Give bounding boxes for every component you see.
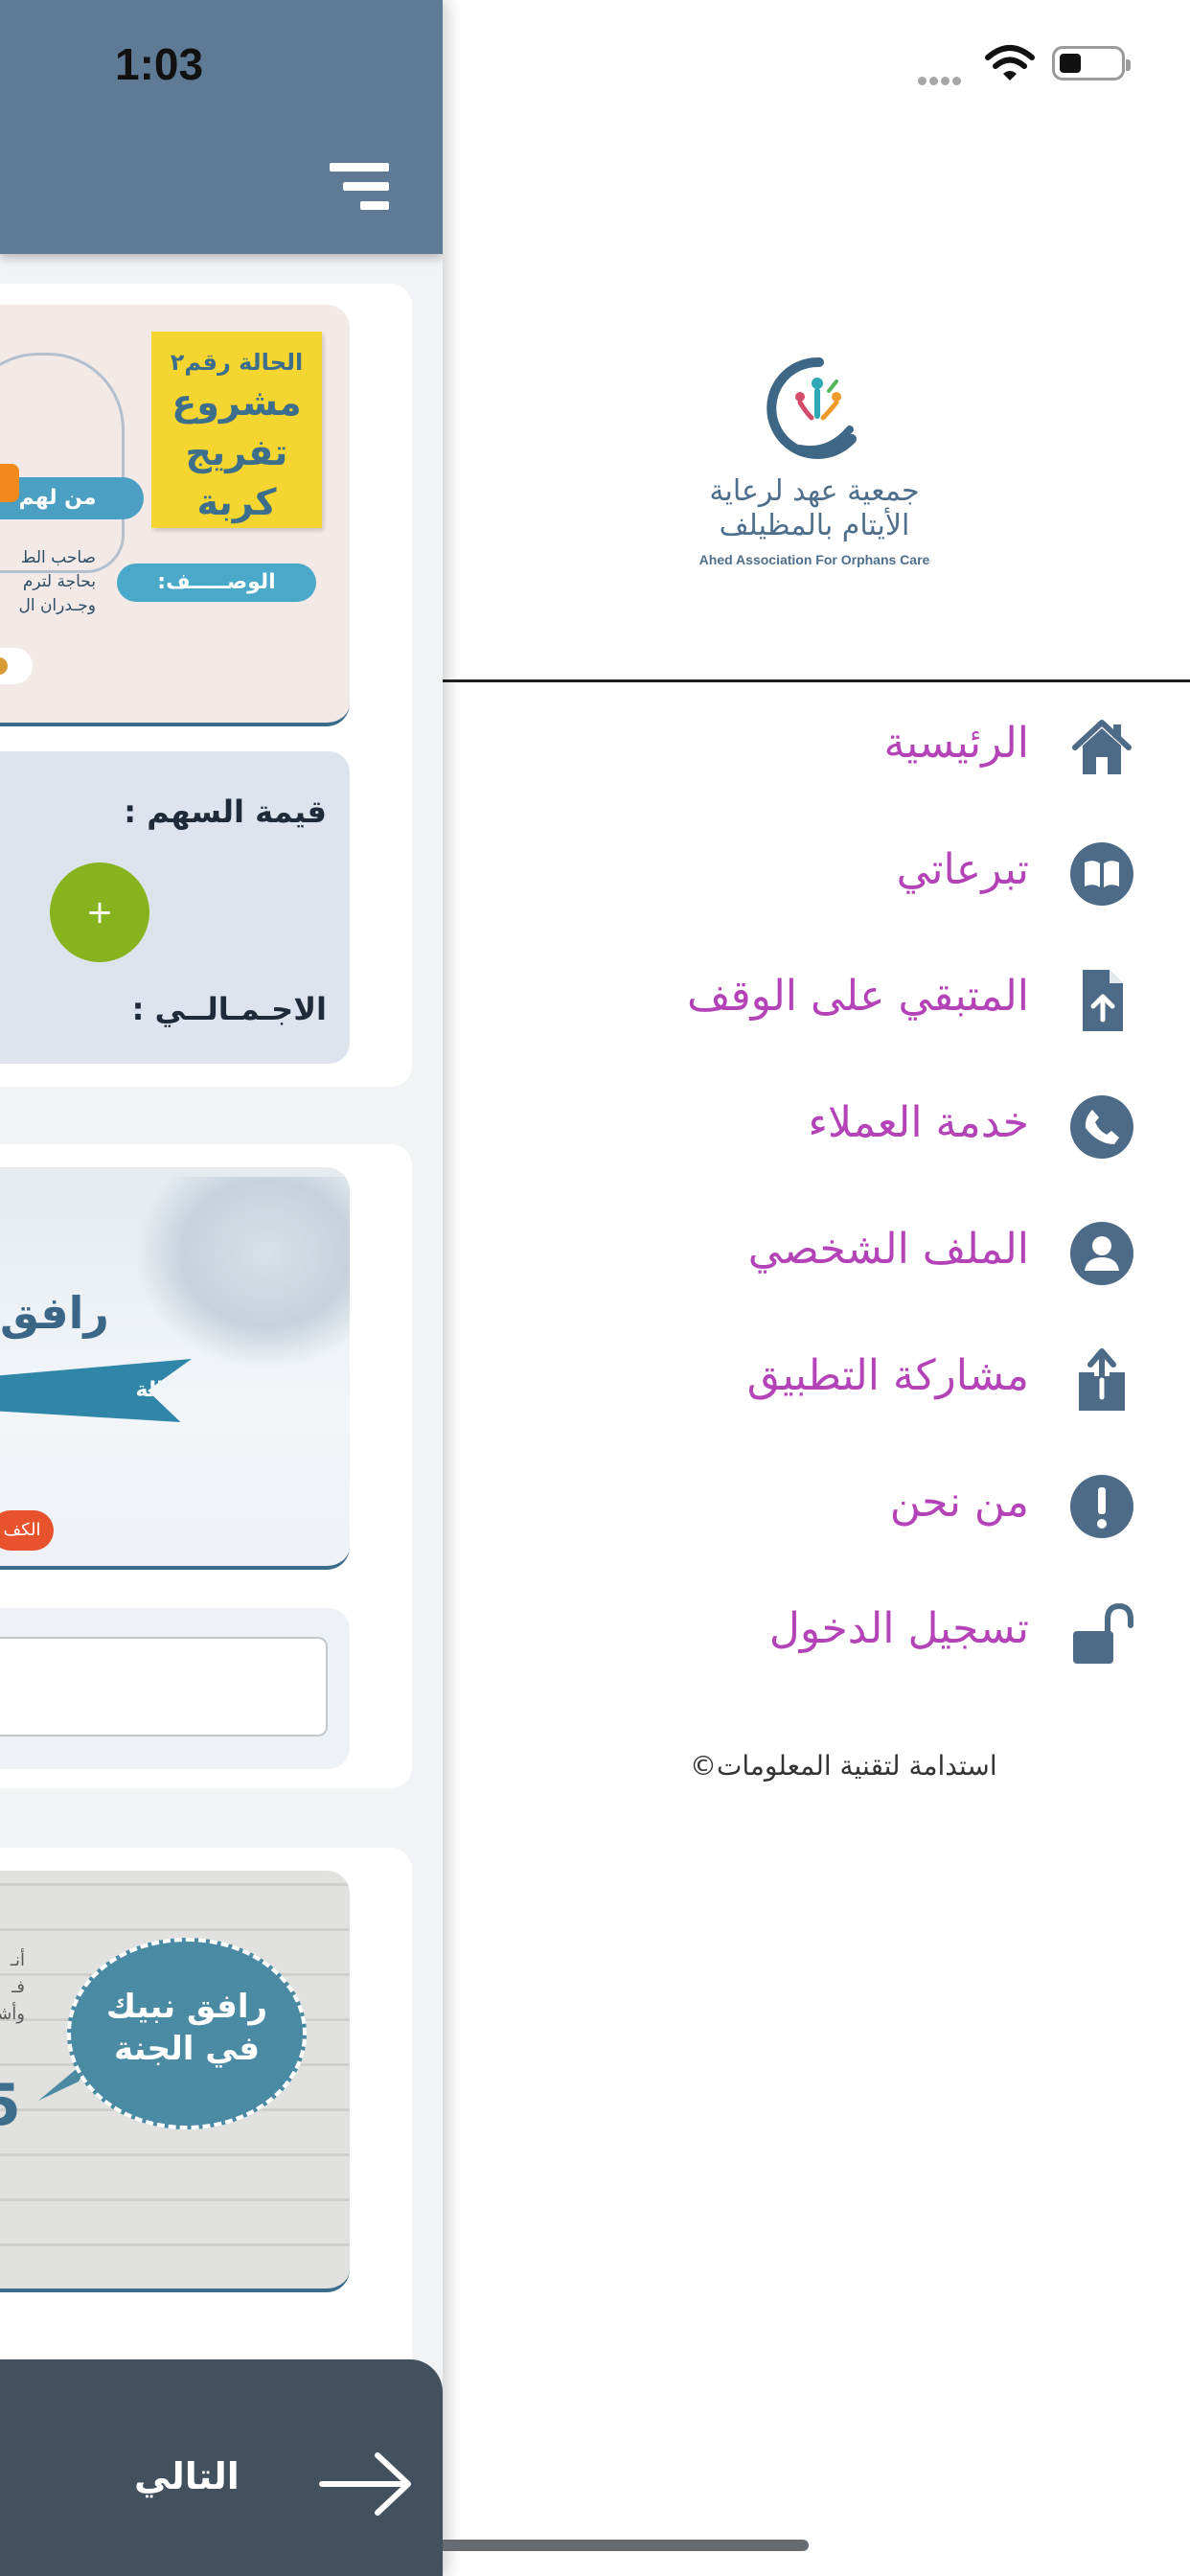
menu-item-label: تسجيل الدخول bbox=[768, 1604, 1029, 1653]
bubble-line-1: رافق نبيك bbox=[105, 1988, 268, 2026]
status-time: 1:03 bbox=[115, 39, 204, 89]
info-icon bbox=[1070, 1475, 1133, 1538]
home-indicator[interactable] bbox=[383, 2540, 809, 2551]
logo-name-english: Ahed Association For Orphans Care bbox=[698, 552, 930, 567]
menu-icon-bar-top bbox=[330, 163, 389, 172]
menu-toggle-button[interactable] bbox=[322, 163, 389, 213]
total-label: الاجـمـالــي : bbox=[131, 991, 327, 1027]
share-value-label: قيمة السهم : bbox=[124, 794, 327, 830]
share-icon bbox=[1079, 1348, 1125, 1411]
banner3-side-text: أنـ فـ وأشـ bbox=[0, 1947, 25, 2028]
paradise-banner-image[interactable]: أنـ فـ وأشـ 5 رافق نبيك في الجنة bbox=[0, 1871, 350, 2292]
logo-emblem-icon bbox=[767, 356, 857, 459]
menu-item-login[interactable]: تسجيل الدخول bbox=[443, 1585, 1190, 1681]
banner2-title: رافق bbox=[0, 1287, 109, 1339]
side-line-1: أنـ bbox=[10, 1950, 25, 1970]
unlock-icon bbox=[1073, 1602, 1133, 1664]
banner2-tag: الكف bbox=[0, 1510, 54, 1551]
arrow-right-icon[interactable] bbox=[318, 2448, 414, 2520]
home-icon bbox=[1072, 720, 1132, 774]
who-for-pill: من لهم bbox=[0, 464, 144, 519]
bottom-bar: التالي bbox=[0, 2359, 443, 2576]
amount-input-container bbox=[0, 1608, 350, 1769]
app-header: 1:03 bbox=[0, 0, 443, 254]
status-icons bbox=[910, 42, 1140, 86]
speech-bubble: رافق نبيك في الجنة bbox=[67, 1938, 307, 2129]
hands-photo bbox=[134, 1177, 350, 1368]
badge-dot-icon bbox=[0, 657, 8, 675]
menu-item-remaining-endowment[interactable]: المتبقي على الوقف bbox=[443, 953, 1190, 1048]
case-number-text: الحالة رقم٢ bbox=[170, 349, 304, 376]
side-line-3: وأشـ bbox=[0, 2004, 25, 2024]
menu-item-customer-service[interactable]: خدمة العملاء bbox=[443, 1079, 1190, 1175]
bubble-line-2: في الجنة bbox=[114, 2030, 260, 2068]
menu-item-label: المتبقي على الوقف bbox=[687, 972, 1029, 1021]
menu-item-share-app[interactable]: مشاركة التطبيق bbox=[443, 1332, 1190, 1428]
add-share-button[interactable]: + bbox=[50, 862, 149, 962]
sponsorship-banner-image[interactable]: رافق كفالة الكف bbox=[0, 1167, 350, 1570]
phone-icon bbox=[1070, 1095, 1133, 1159]
case-description-snippet: صاحب الط بحاجة لترم وجـدران ال bbox=[0, 546, 96, 618]
menu-item-label: من نحن bbox=[889, 1478, 1029, 1527]
file-upload-icon bbox=[1083, 970, 1123, 1031]
mother-child-illustration bbox=[0, 353, 125, 573]
copyright-text: استدامة لتقنية المعلومات© bbox=[690, 1750, 997, 1782]
screen: 1:03 الحالة رقم٢ مشروع تفريج كربة من لهم… bbox=[0, 0, 1190, 2576]
desc-line-1: صاحب الط bbox=[20, 548, 96, 567]
menu-item-label: الملف الشخصي bbox=[747, 1225, 1029, 1274]
menu-item-label: مشاركة التطبيق bbox=[746, 1351, 1029, 1400]
logo-name-line1: جمعية عهد لرعاية bbox=[709, 474, 920, 508]
signal-icon bbox=[918, 71, 964, 89]
case-title-line2: تفريج bbox=[185, 431, 288, 473]
menu-item-my-donations[interactable]: تبرعاتي bbox=[443, 826, 1190, 922]
case-title-line1: مشروع bbox=[172, 381, 302, 424]
menu-item-label: الرئيسية bbox=[883, 719, 1029, 768]
banner2-ribbon: كفالة bbox=[0, 1359, 192, 1422]
menu-item-label: تبرعاتي bbox=[896, 845, 1029, 894]
battery-icon bbox=[1052, 46, 1131, 80]
next-label[interactable]: التالي bbox=[134, 2455, 240, 2497]
menu-item-about-us[interactable]: من نحن bbox=[443, 1459, 1190, 1554]
menu-icon-bar-middle bbox=[343, 182, 389, 191]
drawer-divider bbox=[443, 679, 1190, 682]
association-logo: جمعية عهد لرعاية الأيتام بالمظيلف Ahed A… bbox=[690, 355, 939, 575]
wifi-icon bbox=[985, 45, 1035, 80]
amount-input[interactable] bbox=[0, 1637, 328, 1736]
menu-icon-bar-bottom bbox=[360, 201, 389, 210]
app-content-panel: 1:03 الحالة رقم٢ مشروع تفريج كربة من لهم… bbox=[0, 0, 443, 2576]
user-icon bbox=[1070, 1222, 1133, 1285]
logo-name-line2: الأيتام بالمظيلف bbox=[719, 509, 910, 542]
description-pill: الوصـــــف: bbox=[117, 564, 316, 602]
side-line-2: فـ bbox=[11, 1977, 25, 1997]
case-banner-image[interactable]: الحالة رقم٢ مشروع تفريج كربة من لهم صاحب… bbox=[0, 305, 350, 726]
case-title-line3: كربة bbox=[196, 481, 277, 523]
menu-item-label: خدمة العملاء bbox=[808, 1098, 1029, 1147]
desc-line-2: بحاجة لترم bbox=[22, 572, 96, 591]
book-icon bbox=[1070, 842, 1133, 906]
who-for-text: من لهم bbox=[18, 486, 97, 510]
desc-line-3: وجـدران ال bbox=[18, 596, 96, 615]
menu-item-profile[interactable]: الملف الشخصي bbox=[443, 1206, 1190, 1301]
banner3-number: 5 bbox=[0, 2072, 21, 2139]
menu-item-home[interactable]: الرئيسية bbox=[443, 700, 1190, 795]
orange-accent bbox=[0, 464, 19, 502]
case-sticky-note: الحالة رقم٢ مشروع تفريج كربة bbox=[151, 332, 322, 528]
